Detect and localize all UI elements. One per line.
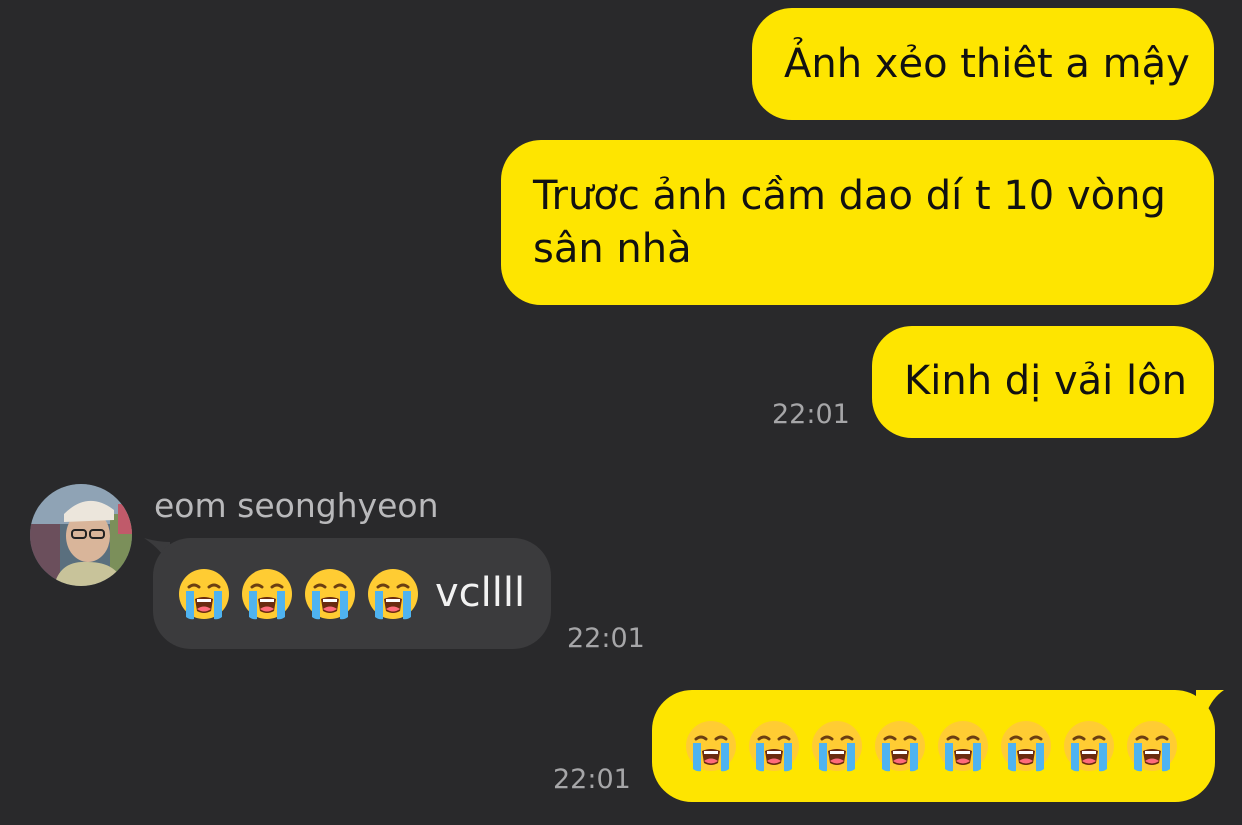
- crying-face-icon: [684, 719, 738, 773]
- chat-view: Ảnh xẻo thiêt a mậy Trươc ảnh cầm dao dí…: [0, 0, 1242, 825]
- message-text: Ảnh xẻo thiêt a mậy: [784, 41, 1190, 87]
- crying-face-icon: [1125, 719, 1179, 773]
- bubble-tail-icon: [1196, 690, 1224, 714]
- crying-face-icon: [747, 719, 801, 773]
- message-timestamp: 22:01: [772, 399, 850, 430]
- crying-face-icon: [999, 719, 1053, 773]
- message-timestamp: 22:01: [567, 623, 645, 654]
- crying-face-icon: [1062, 719, 1116, 773]
- crying-face-icon: [177, 567, 231, 621]
- crying-face-icon: [810, 719, 864, 773]
- crying-face-icon: [936, 719, 990, 773]
- my-message-bubble[interactable]: Kinh dị vải lôn: [872, 326, 1214, 438]
- their-message-bubble[interactable]: vcllll: [153, 538, 551, 649]
- message-text: Kinh dị vải lôn: [904, 358, 1187, 404]
- crying-face-icon: [366, 567, 420, 621]
- avatar[interactable]: [30, 484, 132, 586]
- my-message-bubble[interactable]: [652, 690, 1215, 802]
- crying-face-icon: [303, 567, 357, 621]
- avatar-photo-icon: [30, 484, 132, 586]
- my-message-bubble[interactable]: Trươc ảnh cầm dao dí t 10 vòng sân nhà: [501, 140, 1214, 305]
- message-timestamp: 22:01: [553, 764, 631, 795]
- message-text: vcllll: [435, 570, 526, 616]
- crying-face-icon: [240, 567, 294, 621]
- message-text: Trươc ảnh cầm dao dí t 10 vòng sân nhà: [533, 173, 1166, 272]
- crying-face-icon: [873, 719, 927, 773]
- sender-name: eom seonghyeon: [154, 486, 439, 525]
- my-message-bubble[interactable]: Ảnh xẻo thiêt a mậy: [752, 8, 1214, 120]
